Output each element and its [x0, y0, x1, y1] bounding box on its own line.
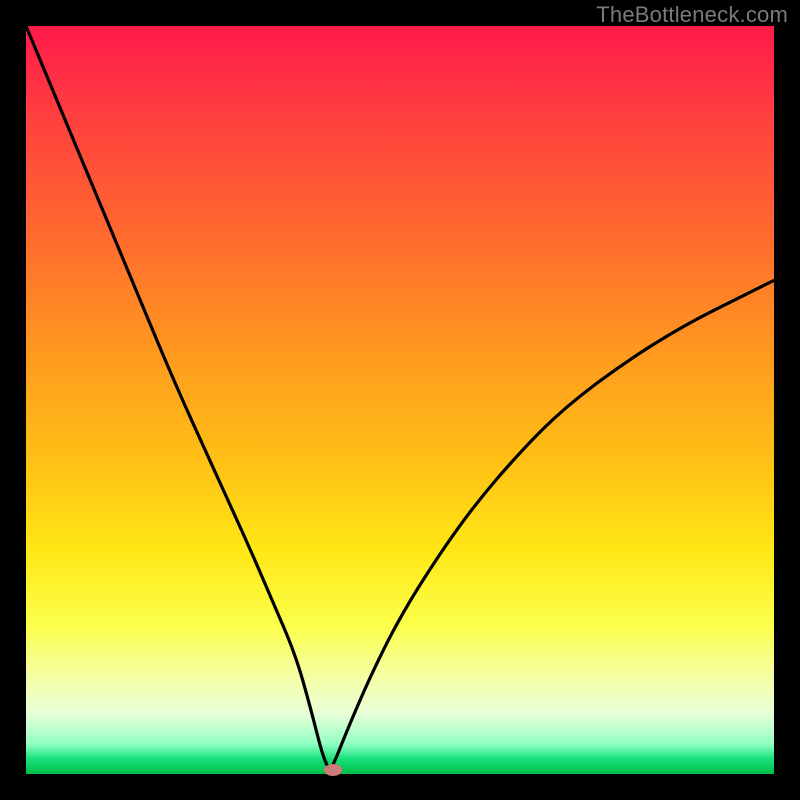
curve-svg: [26, 26, 774, 774]
chart-stage: TheBottleneck.com: [0, 0, 800, 800]
minimum-marker: [324, 764, 342, 776]
plot-area: [26, 26, 774, 774]
watermark-text: TheBottleneck.com: [596, 2, 788, 28]
bottleneck-curve-path: [26, 26, 774, 769]
